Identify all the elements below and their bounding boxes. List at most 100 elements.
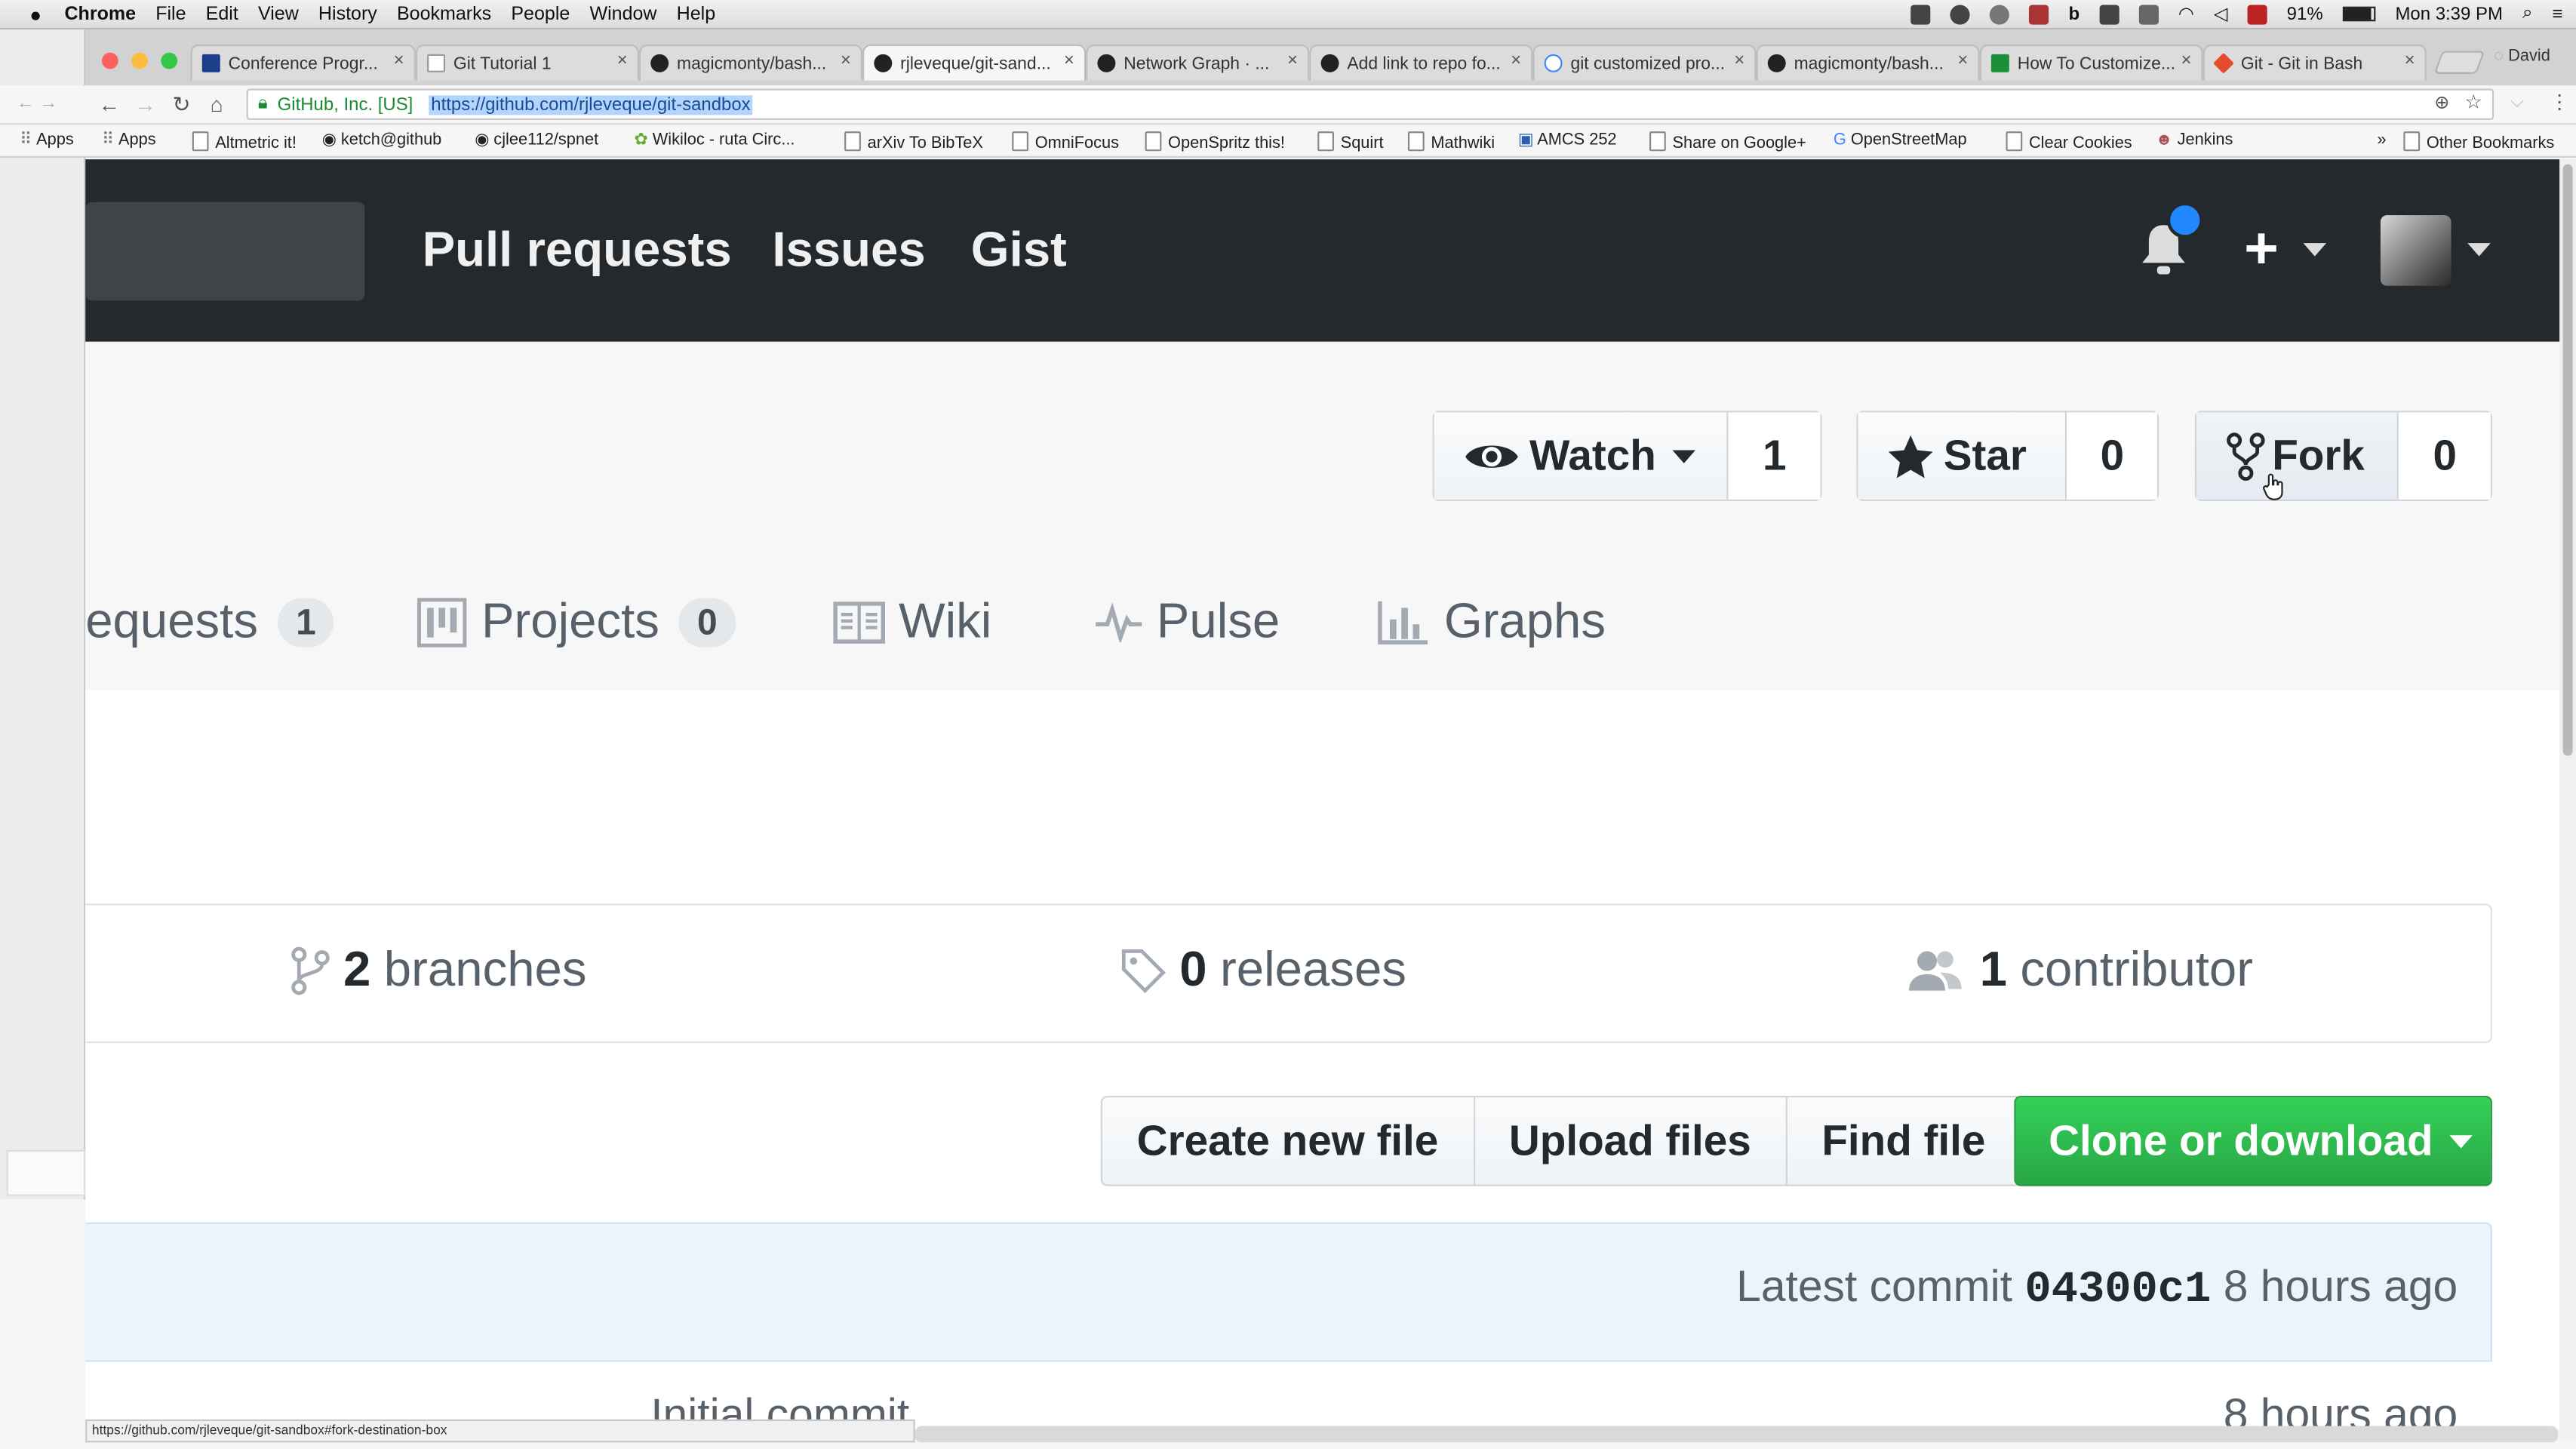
branches-link[interactable]: 2 branches xyxy=(290,943,587,999)
drive-icon[interactable] xyxy=(1910,4,1931,24)
browser-tab[interactable]: Git Tutorial 1 × xyxy=(415,44,639,81)
shield-icon[interactable] xyxy=(2029,4,2049,24)
chrome-menu-icon[interactable]: ⋮ xyxy=(2550,91,2569,113)
browser-tab[interactable]: git customized pro... × xyxy=(1532,44,1757,81)
tab-projects[interactable]: Projects 0 xyxy=(417,595,736,651)
browser-tab[interactable]: Add link to repo fo... × xyxy=(1309,44,1533,81)
zoom-icon[interactable]: ⊕ xyxy=(2434,92,2449,113)
close-tab-icon[interactable]: × xyxy=(1511,51,1521,70)
upload-files-button[interactable]: Upload files xyxy=(1474,1097,1788,1185)
tab-wiki[interactable]: Wiki xyxy=(833,595,991,651)
nav-issues[interactable]: Issues xyxy=(772,223,925,279)
create-new-icon[interactable]: + xyxy=(2244,214,2279,282)
bookmark-item[interactable]: OpenSpritz this! xyxy=(1145,131,1285,153)
horizontal-scrollbar[interactable] xyxy=(915,1426,2559,1443)
forks-count[interactable]: 0 xyxy=(2399,412,2491,500)
dropbox-icon[interactable] xyxy=(2099,4,2120,24)
clone-or-download-button[interactable]: Clone or download xyxy=(2014,1095,2492,1186)
menu-window[interactable]: Window xyxy=(589,4,656,23)
menu-bookmarks[interactable]: Bookmarks xyxy=(397,4,491,23)
back-icon[interactable]: ← xyxy=(99,92,120,117)
profile-caret-icon[interactable] xyxy=(2467,243,2491,257)
close-tab-icon[interactable]: × xyxy=(1287,51,1298,70)
search-input[interactable] xyxy=(85,202,365,301)
close-tab-icon[interactable]: × xyxy=(841,51,851,70)
url-text[interactable]: https://github.com/rjleveque/git-sandbox xyxy=(429,94,752,115)
extension-icon[interactable]: ⌵ xyxy=(2510,92,2524,113)
browser-tab[interactable]: How To Customize... × xyxy=(1979,44,2203,81)
airplay-icon[interactable] xyxy=(2138,4,2159,24)
other-bookmarks[interactable]: Other Bookmarks xyxy=(2403,131,2554,153)
stargazers-count[interactable]: 0 xyxy=(2067,412,2157,500)
bookmark-item[interactable]: arXiv To BibTeX xyxy=(844,131,983,153)
spotlight-search-icon[interactable]: ⌕ xyxy=(2522,3,2532,24)
clock[interactable]: Mon 3:39 PM xyxy=(2395,4,2502,23)
bookmark-item[interactable]: ☻ Jenkins xyxy=(2156,131,2233,149)
notification-center-icon[interactable]: ≡ xyxy=(2553,4,2563,23)
nav-pull-requests[interactable]: Pull requests xyxy=(423,223,732,279)
minimize-window-icon[interactable] xyxy=(131,52,148,69)
browser-tab[interactable]: magicmonty/bash... × xyxy=(1756,44,1980,81)
battery-icon[interactable] xyxy=(2342,6,2376,22)
bookmark-star-icon[interactable]: ☆ xyxy=(2464,91,2482,113)
bookmark-apps[interactable]: ⠿ Apps xyxy=(102,131,156,149)
new-tab-button[interactable] xyxy=(2433,51,2485,74)
close-tab-icon[interactable]: × xyxy=(617,51,628,70)
menu-people[interactable]: People xyxy=(511,4,570,23)
site-identity[interactable]: GitHub, Inc. [US] xyxy=(278,94,413,114)
menubar-app-name[interactable]: Chrome xyxy=(64,4,136,23)
flag-icon[interactable] xyxy=(2247,4,2267,24)
close-tab-icon[interactable]: × xyxy=(1734,51,1744,70)
contributors-link[interactable]: 1 contributor xyxy=(1907,943,2253,999)
menu-edit[interactable]: Edit xyxy=(206,4,238,23)
browser-tab[interactable]: magicmonty/bash... × xyxy=(638,44,863,81)
browser-tab[interactable]: Conference Progr... × xyxy=(190,44,416,81)
onepassword-icon[interactable] xyxy=(1950,4,1970,24)
close-tab-icon[interactable]: × xyxy=(2405,51,2415,70)
menu-view[interactable]: View xyxy=(258,4,299,23)
bookmark-item[interactable]: ◉ ketch@github xyxy=(322,131,442,149)
forward-icon[interactable]: → xyxy=(135,92,156,117)
watch-button[interactable]: Watch xyxy=(1434,412,1729,500)
reload-icon[interactable]: ↻ xyxy=(173,92,191,118)
create-new-caret-icon[interactable] xyxy=(2303,243,2327,257)
address-bar[interactable]: 🔒︎ GitHub, Inc. [US] https://github.com/… xyxy=(246,88,2495,120)
home-icon[interactable]: ⌂ xyxy=(211,92,223,117)
bookmark-item[interactable]: Altmetric it! xyxy=(192,131,297,153)
menu-help[interactable]: Help xyxy=(677,4,716,23)
lock-icon[interactable]: 🔒︎ xyxy=(258,94,268,115)
close-tab-icon[interactable]: × xyxy=(1957,51,1968,70)
wifi-icon[interactable]: ◠ xyxy=(2178,3,2194,25)
tab-pulse[interactable]: Pulse xyxy=(1094,595,1280,651)
bookmark-item[interactable]: ▣ AMCS 252 xyxy=(1518,131,1617,149)
menu-file[interactable]: File xyxy=(155,4,186,23)
time-machine-icon[interactable] xyxy=(1990,4,2010,24)
apple-icon[interactable]: ● xyxy=(29,2,41,25)
vertical-scrollbar-thumb[interactable] xyxy=(2562,164,2573,756)
bookmark-item[interactable]: Squirt xyxy=(1317,131,1384,153)
releases-link[interactable]: 0 releases xyxy=(1120,943,1406,999)
bookmark-item[interactable]: OmniFocus xyxy=(1012,131,1119,153)
menu-history[interactable]: History xyxy=(318,4,377,23)
close-tab-icon[interactable]: × xyxy=(2181,51,2191,70)
bold-b-icon[interactable]: b xyxy=(2069,4,2080,23)
bookmark-item[interactable]: Clear Cookies xyxy=(2006,131,2132,153)
tab-graphs[interactable]: Graphs xyxy=(1377,595,1606,651)
nav-gist[interactable]: Gist xyxy=(971,223,1067,279)
zoom-window-icon[interactable] xyxy=(161,52,178,69)
avatar[interactable] xyxy=(2380,215,2452,286)
fork-button[interactable]: Fork xyxy=(2196,412,2399,500)
volume-icon[interactable]: ◁ xyxy=(2214,3,2227,25)
star-button[interactable]: Star xyxy=(1858,412,2067,500)
bookmark-item[interactable]: ◉ cjlee112/spnet xyxy=(475,131,598,149)
create-new-file-button[interactable]: Create new file xyxy=(1102,1097,1475,1185)
bookmark-overflow-icon[interactable]: » xyxy=(2378,131,2387,149)
close-tab-icon[interactable]: × xyxy=(1064,51,1074,70)
bookmark-item[interactable]: Mathwiki xyxy=(1408,131,1495,153)
tab-pull-requests[interactable]: equests 1 xyxy=(85,595,334,651)
browser-tab-active[interactable]: rjleveque/git-sand... × xyxy=(862,44,1087,81)
find-file-button[interactable]: Find file xyxy=(1788,1097,2020,1184)
close-tab-icon[interactable]: × xyxy=(394,51,404,70)
profile-name[interactable]: ◌ David xyxy=(2494,48,2550,66)
close-window-icon[interactable] xyxy=(101,52,118,69)
